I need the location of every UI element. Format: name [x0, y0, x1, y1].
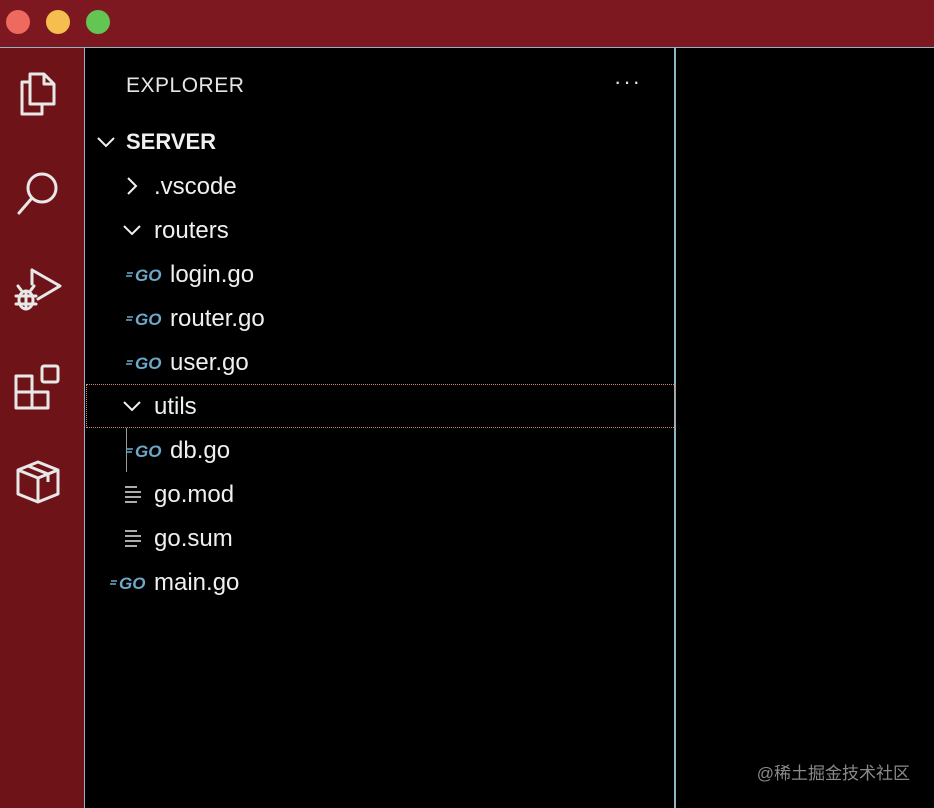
tree-root-label: SERVER [126, 129, 217, 154]
text-file-icon [125, 530, 141, 547]
tree-item-label: .vscode [154, 173, 237, 200]
more-actions-button[interactable]: ··· [614, 70, 650, 94]
svg-text:GO: GO [119, 574, 145, 592]
tree-item-go-mod[interactable]: go.mod [86, 472, 676, 516]
chevron-down-icon [123, 401, 141, 412]
extensions-icon[interactable] [12, 362, 64, 414]
chevron-down-icon [123, 225, 141, 236]
tree-item-router-go[interactable]: GO router.go [86, 296, 676, 340]
tree-item-label: router.go [170, 305, 265, 332]
watermark: @稀土掘金技术社区 [756, 764, 910, 783]
go-file-icon: GO [126, 310, 161, 328]
search-icon[interactable] [12, 168, 64, 220]
tree-item-label: login.go [170, 261, 255, 288]
svg-text:GO: GO [135, 354, 161, 372]
tree-item-db-go[interactable]: GO db.go [86, 428, 676, 472]
title-bar [0, 0, 934, 48]
svg-text:GO: GO [135, 310, 161, 328]
vscode-window: EXPLORER ··· SERVER .vscode routers GO l… [0, 0, 934, 808]
go-file-icon: GO [126, 354, 161, 372]
chevron-right-icon [127, 177, 138, 195]
go-file-icon: GO [126, 266, 161, 284]
tree-item-label: main.go [154, 569, 240, 596]
tree-item-main-go[interactable]: GO main.go [86, 560, 676, 604]
svg-text:GO: GO [135, 266, 161, 284]
run-debug-icon[interactable] [12, 264, 64, 316]
tree-item-label: routers [154, 217, 229, 244]
explorer-title: EXPLORER [126, 74, 245, 97]
package-icon[interactable] [12, 456, 64, 508]
go-file-icon: GO [126, 442, 161, 460]
editor-area: @稀土掘金技术社区 [676, 48, 934, 808]
tree-item-label: utils [154, 393, 197, 420]
tree-item-label: user.go [170, 349, 249, 376]
tree-item-utils[interactable]: utils [86, 384, 676, 428]
tree-item-label: go.sum [154, 525, 233, 552]
maximize-window-button[interactable] [86, 10, 110, 34]
close-window-button[interactable] [6, 10, 30, 34]
tree-item-login-go[interactable]: GO login.go [86, 252, 676, 296]
tree-item-user-go[interactable]: GO user.go [86, 340, 676, 384]
chevron-down-icon [97, 137, 115, 148]
files-icon[interactable] [12, 68, 64, 120]
go-file-icon: GO [110, 574, 145, 592]
explorer-sidebar: EXPLORER ··· SERVER .vscode routers GO l… [86, 48, 676, 808]
tree-item-vscode[interactable]: .vscode [86, 164, 676, 208]
text-file-icon [125, 486, 141, 503]
tree-item-label: go.mod [154, 481, 235, 508]
tree-item-go-sum[interactable]: go.sum [86, 516, 676, 560]
svg-text:GO: GO [135, 442, 161, 460]
minimize-window-button[interactable] [46, 10, 70, 34]
tree-root-server[interactable]: SERVER [86, 120, 676, 164]
tree-item-label: db.go [170, 437, 231, 464]
tree-item-routers[interactable]: routers [86, 208, 676, 252]
activity-bar [0, 48, 85, 808]
